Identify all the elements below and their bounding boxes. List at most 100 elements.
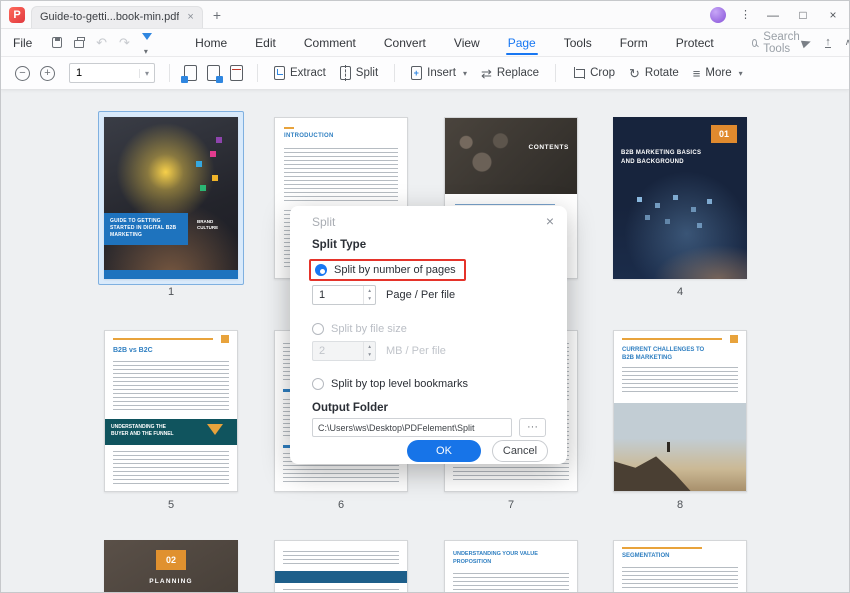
undo-icon[interactable]: ↶ xyxy=(96,35,107,51)
zoom-in-button[interactable]: + xyxy=(40,66,55,81)
replace-button[interactable]: ⇄ Replace xyxy=(479,63,541,84)
chapter-number: 01 xyxy=(711,125,737,143)
zoom-out-button[interactable]: − xyxy=(15,66,30,81)
menubar-right-icons: ↑ ∧ xyxy=(802,37,850,48)
page-toolbar: − + ▾ Extract Split Insert ▾ ⇄ Replace xyxy=(1,57,849,90)
page-thumbnail-1[interactable]: GUIDE TO GETTING STARTED IN DIGITAL B2B … xyxy=(104,117,238,298)
delete-page-icon[interactable] xyxy=(230,65,243,81)
menu-page[interactable]: Page xyxy=(506,30,538,56)
pages-count-stepper[interactable]: ▴▾ xyxy=(312,285,376,305)
chevron-down-icon: ▾ xyxy=(463,69,467,78)
page-thumbnail-9[interactable]: 02 PLANNING xyxy=(104,540,238,593)
dialog-buttons: OK Cancel xyxy=(407,440,548,462)
cancel-button[interactable]: Cancel xyxy=(492,440,548,462)
search-tools-label: Search Tools xyxy=(763,31,802,55)
menu-convert[interactable]: Convert xyxy=(382,30,428,56)
page-thumbnail-12[interactable]: SEGMENTATION xyxy=(613,540,747,593)
chevron-down-icon[interactable]: ▾ xyxy=(139,69,154,78)
page-number-spinner[interactable]: ▾ xyxy=(69,63,155,83)
menu-comment[interactable]: Comment xyxy=(302,30,358,56)
radio-icon[interactable] xyxy=(312,378,324,390)
brand-logo-text: BRAND CULTURE xyxy=(197,219,235,231)
page-thumbnail-10[interactable] xyxy=(274,540,408,593)
customize-toolbar-button[interactable]: ▾ xyxy=(142,29,155,57)
radio-icon[interactable] xyxy=(312,323,324,335)
radio-selected-icon[interactable] xyxy=(315,264,327,276)
extract-button[interactable]: Extract xyxy=(272,62,328,84)
crop-icon xyxy=(572,67,585,80)
option-split-by-pages[interactable]: Split by number of pages xyxy=(309,259,466,281)
photo-decoration xyxy=(653,245,747,279)
accent-mark xyxy=(622,338,722,340)
app-logo-icon: P xyxy=(9,7,25,23)
menu-view[interactable]: View xyxy=(452,30,482,56)
browse-folder-button[interactable]: ··· xyxy=(519,418,546,437)
menu-home[interactable]: Home xyxy=(193,30,229,56)
stepper-arrows-icon[interactable]: ▴▾ xyxy=(363,286,375,305)
menu-items: Home Edit Comment Convert View Page Tool… xyxy=(193,30,716,56)
page-number-label: 1 xyxy=(104,286,238,298)
accent-mark xyxy=(113,338,213,340)
output-path-input[interactable] xyxy=(312,418,512,437)
minimize-button[interactable]: — xyxy=(765,8,781,22)
print-icon[interactable] xyxy=(74,40,84,48)
page-12-preview: SEGMENTATION xyxy=(613,540,747,593)
maximize-button[interactable]: □ xyxy=(795,8,811,22)
search-tools[interactable]: Search Tools xyxy=(752,31,802,55)
close-button[interactable]: × xyxy=(825,8,841,22)
page-thumbnail-11[interactable]: UNDERSTANDING YOUR VALUE PROPOSITION xyxy=(444,540,578,593)
save-icon[interactable] xyxy=(52,37,61,48)
page-thumbnail-8[interactable]: CURRENT CHALLENGES TO B2B MARKETING 8 xyxy=(613,330,747,511)
titlebar-right: ⋮ — □ × xyxy=(710,7,841,23)
more-button[interactable]: ≡ More ▾ xyxy=(691,63,745,84)
section-band-title: UNDERSTANDING THE BUYER AND THE FUNNEL xyxy=(111,424,183,439)
pages-per-file-row: ▴▾ Page / Per file xyxy=(312,285,455,305)
kebab-menu-icon[interactable]: ⋮ xyxy=(740,8,751,21)
crop-button[interactable]: Crop xyxy=(570,63,617,84)
section-band xyxy=(275,571,407,583)
menu-edit[interactable]: Edit xyxy=(253,30,278,56)
page-thumbnail-5[interactable]: B2B vs B2C UNDERSTANDING THE BUYER AND T… xyxy=(104,330,238,511)
option-label: Split by file size xyxy=(331,323,407,335)
replace-label: Replace xyxy=(497,67,539,79)
photo-decoration xyxy=(614,403,746,491)
option-split-by-size[interactable]: Split by file size xyxy=(312,323,407,335)
accent-mark xyxy=(284,127,294,129)
text-lines xyxy=(284,148,398,202)
stepper-arrows-icon: ▴▾ xyxy=(363,342,375,361)
document-tab[interactable]: Guide-to-getti...book-min.pdf × xyxy=(31,6,203,28)
rotate-button[interactable]: ↻ Rotate xyxy=(627,63,681,84)
menu-form[interactable]: Form xyxy=(618,30,650,56)
pages-count-input[interactable] xyxy=(313,289,355,301)
user-avatar[interactable] xyxy=(710,7,726,23)
option-split-by-bookmarks[interactable]: Split by top level bookmarks xyxy=(312,378,468,390)
ok-button[interactable]: OK xyxy=(407,440,481,462)
dialog-close-icon[interactable]: × xyxy=(546,213,554,229)
search-icon xyxy=(752,39,758,47)
split-button[interactable]: Split xyxy=(338,62,380,84)
redo-icon[interactable]: ↷ xyxy=(119,35,130,51)
menu-protect[interactable]: Protect xyxy=(674,30,716,56)
chevron-down-icon: ▾ xyxy=(144,47,148,56)
size-stepper-disabled: ▴▾ xyxy=(312,341,376,361)
page-11-preview: UNDERSTANDING YOUR VALUE PROPOSITION xyxy=(444,540,578,593)
insert-page-after-icon[interactable] xyxy=(207,65,220,81)
collapse-toolbar-icon[interactable]: ∧ xyxy=(845,37,850,48)
accent-mark xyxy=(622,547,702,549)
menu-file[interactable]: File xyxy=(13,36,32,50)
menu-tools[interactable]: Tools xyxy=(562,30,594,56)
insert-button[interactable]: Insert ▾ xyxy=(409,62,469,84)
replace-icon: ⇄ xyxy=(481,67,492,80)
split-dialog: Split × Split Type Split by number of pa… xyxy=(290,206,567,464)
page-1-preview: GUIDE TO GETTING STARTED IN DIGITAL B2B … xyxy=(104,117,238,279)
tab-close-icon[interactable]: × xyxy=(187,11,193,23)
crop-label: Crop xyxy=(590,67,615,79)
page-number-label: 6 xyxy=(274,499,408,511)
share-icon[interactable] xyxy=(801,37,812,48)
new-tab-button[interactable]: + xyxy=(213,7,221,23)
divider xyxy=(169,64,170,82)
insert-page-before-icon[interactable] xyxy=(184,65,197,81)
page-number-input[interactable] xyxy=(70,67,130,79)
upload-icon[interactable]: ↑ xyxy=(825,37,831,48)
page-thumbnail-4[interactable]: 01 B2B MARKETING BASICS AND BACKGROUND 4 xyxy=(613,117,747,298)
